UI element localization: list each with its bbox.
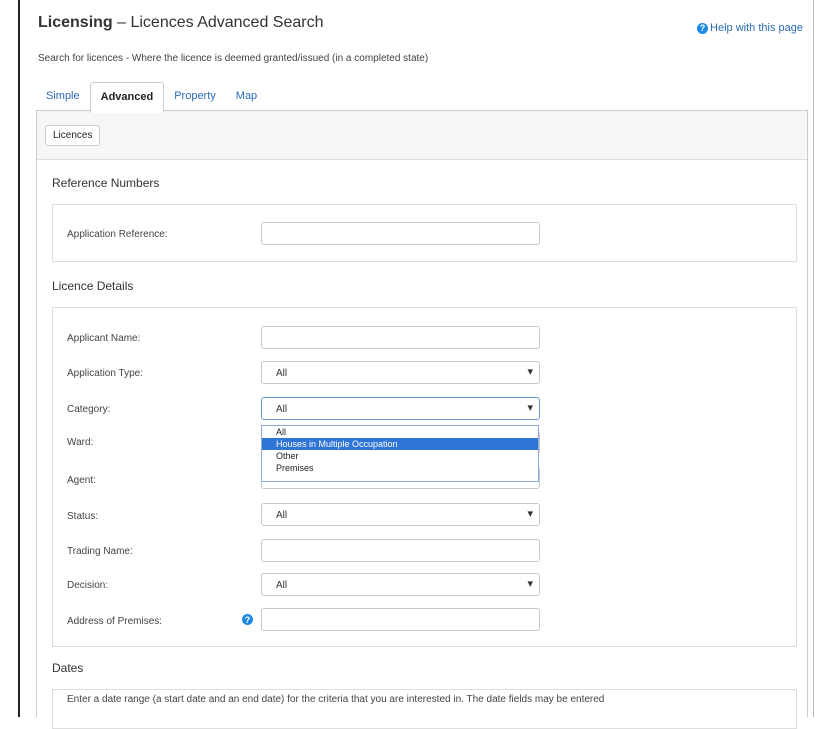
applicant-name-label: Applicant Name: — [67, 333, 141, 344]
dates-heading: Dates — [52, 661, 84, 675]
applicant-name-input[interactable] — [261, 326, 540, 349]
trading-name-input[interactable] — [261, 539, 540, 562]
status-select[interactable]: All — [261, 503, 540, 526]
licences-button[interactable]: Licences — [45, 125, 101, 146]
decision-value: All — [276, 580, 288, 591]
tab-map[interactable]: Map — [226, 82, 267, 111]
agent-label: Agent: — [67, 475, 96, 486]
decision-label: Decision: — [67, 580, 109, 591]
application-reference-label: Application Reference: — [67, 229, 168, 240]
category-label: Category: — [67, 404, 111, 415]
help-link[interactable]: ? Help with this page — [697, 22, 803, 34]
panel-toolbar: Licences — [37, 111, 807, 160]
category-option-premises[interactable]: Premises — [262, 462, 538, 474]
category-option-hmo[interactable]: Houses in Multiple Occupation — [262, 438, 538, 450]
address-of-premises-label: Address of Premises: — [67, 616, 163, 627]
application-type-label: Application Type: — [67, 368, 143, 379]
licence-details-heading: Licence Details — [52, 279, 134, 293]
application-reference-input[interactable] — [261, 222, 540, 245]
search-panel: Licences Reference Numbers Application R… — [36, 110, 808, 729]
application-type-value: All — [276, 368, 288, 379]
question-circle-icon[interactable]: ? — [242, 614, 253, 625]
category-value: All — [276, 404, 288, 415]
decision-select[interactable]: All — [261, 573, 540, 596]
address-of-premises-input[interactable] — [261, 608, 540, 631]
tab-property[interactable]: Property — [164, 82, 226, 111]
category-select[interactable]: All — [261, 397, 540, 420]
category-option-other[interactable]: Other — [262, 450, 538, 462]
application-type-select[interactable]: All — [261, 361, 540, 384]
dates-description: Enter a date range (a start date and an … — [67, 694, 605, 705]
status-label: Status: — [67, 511, 99, 522]
category-dropdown-list: All Houses in Multiple Occupation Other … — [261, 425, 539, 482]
ward-label: Ward: — [67, 437, 94, 448]
category-option-all[interactable]: All — [262, 426, 538, 438]
tab-advanced[interactable]: Advanced — [89, 82, 165, 113]
search-tabs: Simple Advanced Property Map — [36, 82, 267, 113]
trading-name-label: Trading Name: — [67, 546, 133, 557]
page-subtitle: Search for licences - Where the licence … — [38, 53, 429, 64]
question-circle-icon: ? — [697, 22, 709, 34]
page-title: Licensing – Licences Advanced Search — [38, 14, 324, 31]
tab-simple[interactable]: Simple — [36, 82, 90, 111]
reference-numbers-heading: Reference Numbers — [52, 176, 160, 190]
page: Licensing – Licences Advanced Search ? H… — [18, 0, 814, 729]
help-link-label: Help with this page — [710, 22, 803, 34]
status-value: All — [276, 510, 288, 521]
reference-numbers-box: Application Reference: — [52, 204, 797, 262]
